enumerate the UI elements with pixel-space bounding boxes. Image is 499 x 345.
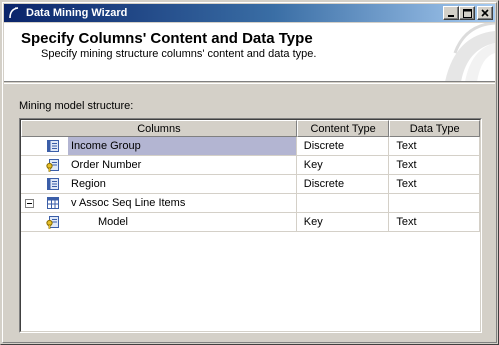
column-icon	[45, 138, 61, 154]
column-name: Region	[71, 178, 106, 190]
data-type-cell[interactable]: Text	[389, 137, 480, 156]
page-title: Specify Columns' Content and Data Type	[21, 30, 313, 47]
key-column-icon	[45, 214, 61, 230]
mining-structure-label: Mining model structure:	[19, 100, 134, 112]
page-subtitle: Specify mining structure columns' conten…	[41, 48, 317, 60]
title-bar[interactable]: Data Mining Wizard	[4, 4, 495, 22]
content-type-cell[interactable]: Discrete	[296, 137, 390, 156]
column-header-data-type[interactable]: Data Type	[389, 120, 480, 137]
header-divider	[4, 83, 495, 84]
column-header-content-type[interactable]: Content Type	[296, 120, 390, 137]
column-icon	[45, 176, 61, 192]
content-type-cell[interactable]	[296, 194, 390, 213]
data-type-cell[interactable]: Text	[389, 156, 480, 175]
wizard-header: Specify Columns' Content and Data Type S…	[4, 23, 495, 82]
nested-table-icon	[45, 195, 61, 211]
table-row[interactable]: Income Group Discrete Text	[21, 137, 480, 156]
content-type-cell[interactable]: Discrete	[296, 175, 390, 194]
maximize-icon	[462, 8, 472, 18]
wizard-window: Data Mining Wizard Specify Columns' Cont…	[0, 0, 499, 345]
data-type-cell[interactable]	[389, 194, 480, 213]
table-row[interactable]: Region Discrete Text	[21, 175, 480, 194]
column-name: Income Group	[68, 137, 296, 155]
minimize-icon	[448, 15, 454, 17]
column-name: v Assoc Seq Line Items	[71, 197, 186, 209]
close-icon	[481, 9, 489, 17]
table-row[interactable]: v Assoc Seq Line Items	[21, 194, 480, 213]
wizard-app-icon	[6, 5, 22, 21]
data-type-cell[interactable]: Text	[389, 175, 480, 194]
window-title: Data Mining Wizard	[26, 7, 128, 19]
mining-structure-grid[interactable]: Columns Content Type Data Type Income Gr…	[19, 118, 482, 333]
table-row[interactable]: Order Number Key Text	[21, 156, 480, 175]
data-type-cell[interactable]: Text	[389, 213, 480, 232]
maximize-button[interactable]	[459, 6, 475, 20]
column-name: Model	[98, 216, 128, 228]
key-column-icon	[45, 157, 61, 173]
table-row[interactable]: Model Key Text	[21, 213, 480, 232]
content-type-cell[interactable]: Key	[296, 213, 390, 232]
wizard-banner-graphic	[445, 23, 495, 81]
minimize-button[interactable]	[443, 6, 459, 20]
column-name: Order Number	[71, 159, 142, 171]
grid-header: Columns Content Type Data Type	[21, 120, 480, 137]
column-header-columns[interactable]: Columns	[21, 120, 297, 137]
collapse-toggle[interactable]	[25, 199, 34, 208]
close-button[interactable]	[477, 6, 493, 20]
content-type-cell[interactable]: Key	[296, 156, 390, 175]
